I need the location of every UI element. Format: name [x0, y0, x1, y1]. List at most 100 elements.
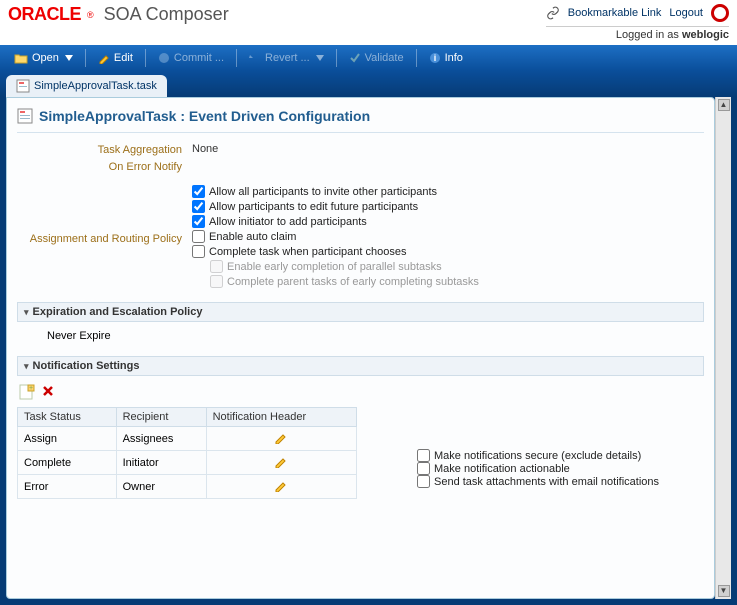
cb-allow-invite-input[interactable]	[192, 185, 205, 198]
table-row[interactable]: AssignAssignees	[18, 427, 357, 451]
main-toolbar: Open Edit Commit ... Revert ... Validate…	[0, 45, 737, 71]
info-button[interactable]: i Info	[421, 49, 471, 67]
on-error-notify-label: On Error Notify	[17, 160, 192, 173]
check-icon	[349, 52, 361, 64]
app-header: ORACLE® SOA Composer Bookmarkable Link L…	[0, 0, 737, 43]
cb-auto-claim-input[interactable]	[192, 230, 205, 243]
table-row[interactable]: CompleteInitiator	[18, 451, 357, 475]
scroll-down-arrow[interactable]: ▼	[718, 585, 730, 597]
logo-product: SOA Composer	[104, 4, 229, 25]
cb-allow-edit-future-input[interactable]	[192, 200, 205, 213]
pencil-icon	[274, 478, 288, 492]
task-aggregation-value: None	[192, 143, 218, 155]
cell-recipient: Assignees	[116, 427, 206, 451]
cell-edit-header[interactable]	[206, 451, 356, 475]
cb-send-attachments[interactable]: Send task attachments with email notific…	[417, 475, 704, 488]
cb-label: Allow participants to edit future partic…	[209, 201, 418, 213]
delete-icon	[41, 384, 55, 398]
pencil-icon	[98, 52, 110, 64]
cb-label: Allow initiator to add participants	[209, 216, 367, 228]
cb-label: Send task attachments with email notific…	[434, 476, 659, 488]
notification-title: Notification Settings	[33, 360, 140, 372]
expiration-section-header[interactable]: ▾ Expiration and Escalation Policy	[17, 302, 704, 322]
cb-label: Make notification actionable	[434, 463, 570, 475]
col-task-status: Task Status	[18, 408, 117, 427]
toolbar-separator	[85, 49, 86, 67]
logged-in-prefix: Logged in as	[616, 29, 682, 41]
cb-secure-input[interactable]	[417, 449, 430, 462]
content-wrap: SimpleApprovalTask : Event Driven Config…	[0, 97, 737, 605]
cb-auto-claim[interactable]: Enable auto claim	[192, 230, 479, 243]
task-aggregation-label: Task Aggregation	[17, 143, 192, 156]
pencil-icon	[274, 454, 288, 468]
cell-edit-header[interactable]	[206, 427, 356, 451]
open-label: Open	[32, 52, 59, 64]
cb-early-completion-input	[210, 260, 223, 273]
cb-label: Complete task when participant chooses	[209, 246, 407, 258]
task-file-icon	[16, 79, 30, 93]
page-title: SimpleApprovalTask : Event Driven Config…	[17, 106, 704, 133]
table-row[interactable]: ErrorOwner	[18, 475, 357, 499]
toolbar-separator	[336, 49, 337, 67]
routing-policy-label: Assignment and Routing Policy	[17, 185, 192, 245]
header-right: Bookmarkable Link Logout Logged in as we…	[546, 4, 729, 43]
validate-label: Validate	[365, 52, 404, 64]
col-recipient: Recipient	[116, 408, 206, 427]
commit-label: Commit ...	[174, 52, 224, 64]
page-title-text: SimpleApprovalTask : Event Driven Config…	[39, 108, 370, 124]
notification-section-header[interactable]: ▾ Notification Settings	[17, 356, 704, 376]
commit-button[interactable]: Commit ...	[150, 49, 232, 67]
logout-link[interactable]: Logout	[669, 7, 703, 19]
info-label: Info	[445, 52, 463, 64]
cb-actionable-input[interactable]	[417, 462, 430, 475]
cb-allow-initiator-add[interactable]: Allow initiator to add participants	[192, 215, 479, 228]
toolbar-separator	[416, 49, 417, 67]
add-notification-button[interactable]: +	[19, 384, 35, 403]
file-tab[interactable]: SimpleApprovalTask.task	[6, 75, 167, 97]
cell-status: Error	[18, 475, 117, 499]
edit-button[interactable]: Edit	[90, 49, 141, 67]
routing-checkboxes: Allow all participants to invite other p…	[192, 185, 479, 288]
cb-label: Make notifications secure (exclude detai…	[434, 450, 641, 462]
revert-button[interactable]: Revert ...	[241, 49, 332, 67]
logo-brand: ORACLE	[8, 4, 81, 25]
toolbar-separator	[145, 49, 146, 67]
task-icon	[17, 108, 33, 124]
routing-policy-row: Assignment and Routing Policy Allow all …	[17, 185, 704, 288]
cb-complete-when-chooses-input[interactable]	[192, 245, 205, 258]
cb-allow-invite[interactable]: Allow all participants to invite other p…	[192, 185, 479, 198]
cb-early-completion: Enable early completion of parallel subt…	[210, 260, 479, 273]
cb-allow-initiator-add-input[interactable]	[192, 215, 205, 228]
cell-edit-header[interactable]	[206, 475, 356, 499]
svg-text:+: +	[29, 385, 33, 392]
svg-text:i: i	[433, 53, 436, 63]
cb-complete-parent: Complete parent tasks of early completin…	[210, 275, 479, 288]
logged-in-status: Logged in as weblogic	[546, 26, 729, 43]
add-icon: +	[19, 384, 35, 400]
notification-right-checkboxes: Make notifications secure (exclude detai…	[417, 449, 704, 488]
cb-complete-when-chooses[interactable]: Complete task when participant chooses	[192, 245, 479, 258]
delete-notification-button[interactable]	[41, 384, 55, 403]
bookmarkable-link[interactable]: Bookmarkable Link	[568, 7, 662, 19]
scroll-up-arrow[interactable]: ▲	[718, 99, 730, 111]
tab-bar: SimpleApprovalTask.task	[0, 71, 737, 97]
cb-label: Enable auto claim	[209, 231, 296, 243]
vertical-scrollbar[interactable]: ▲ ▼	[715, 97, 731, 599]
tab-filename: SimpleApprovalTask.task	[34, 80, 157, 92]
info-icon: i	[429, 52, 441, 64]
cb-allow-edit-future[interactable]: Allow participants to edit future partic…	[192, 200, 479, 213]
open-button[interactable]: Open	[6, 49, 81, 67]
cell-recipient: Initiator	[116, 451, 206, 475]
disclosure-icon: ▾	[24, 361, 29, 372]
cb-send-attachments-input[interactable]	[417, 475, 430, 488]
validate-button[interactable]: Validate	[341, 49, 412, 67]
logged-in-user: weblogic	[682, 29, 729, 41]
content-pane: SimpleApprovalTask : Event Driven Config…	[6, 97, 715, 599]
on-error-notify-row: On Error Notify	[17, 160, 704, 173]
cb-actionable[interactable]: Make notification actionable	[417, 462, 704, 475]
cb-secure-notifications[interactable]: Make notifications secure (exclude detai…	[417, 449, 704, 462]
link-icon	[546, 6, 560, 20]
folder-open-icon	[14, 52, 28, 64]
oracle-ring-icon	[711, 4, 729, 22]
task-aggregation-row: Task Aggregation None	[17, 143, 704, 156]
